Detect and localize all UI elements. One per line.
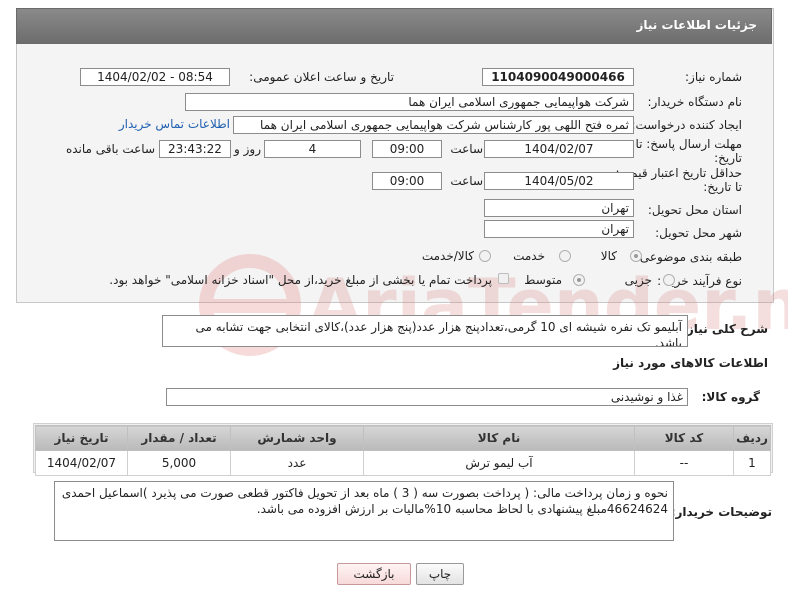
- category-goods-service-label: کالا/خدمت: [421, 249, 474, 263]
- deadline-hour-label: ساعت: [450, 142, 483, 156]
- col-goods-code: کد کالا: [634, 425, 734, 451]
- goods-info-heading: اطلاعات کالاهای مورد نیاز: [613, 356, 768, 370]
- purchase-partial-label: جزیی: [624, 273, 652, 287]
- buyer-notes-label: توضیحات خریدار:: [670, 505, 772, 519]
- cell-unit: عدد: [230, 450, 364, 476]
- buyer-notes-field: نحوه و زمان پرداخت مالی: ( پرداخت بصورت …: [54, 481, 674, 541]
- buyer-org-field: شرکت هواپیمایی جمهوری اسلامی ایران هما: [185, 93, 634, 111]
- goods-group-label: گروه کالا:: [701, 390, 760, 404]
- announce-datetime-label: تاریخ و ساعت اعلان عمومی:: [249, 70, 394, 84]
- hours-left-label: ساعت باقی مانده: [65, 142, 155, 156]
- purchase-partial-radio[interactable]: [663, 274, 675, 286]
- buyer-org-label: نام دستگاه خریدار:: [647, 95, 743, 109]
- validity-label-line2: تا تاریخ:: [703, 180, 742, 194]
- category-service-radio[interactable]: [559, 250, 571, 262]
- table-row[interactable]: 1 -- آب لیمو ترش عدد 5,000 1404/02/07: [35, 450, 771, 476]
- category-service-label: خدمت: [513, 249, 545, 263]
- validity-label-line1: حداقل تاریخ اعتبار قیمت:: [615, 166, 742, 180]
- deadline-label-line1: مهلت ارسال پاسخ: تا: [635, 137, 742, 151]
- need-number-field: 1104090049000466: [482, 68, 634, 86]
- goods-table: ردیف کد کالا نام کالا واحد شمارش تعداد /…: [35, 425, 771, 476]
- days-remaining-field: 4: [264, 140, 361, 158]
- treasury-note: پرداخت تمام یا بخشی از مبلغ خرید،از محل …: [109, 273, 492, 287]
- cell-row-number: 1: [733, 450, 771, 476]
- category-goods-service-radio[interactable]: [479, 250, 491, 262]
- cell-goods-name: آب لیمو ترش: [363, 450, 635, 476]
- time-remaining-field: 23:43:22: [159, 140, 231, 158]
- goods-group-field: غذا و نوشیدنی: [166, 388, 688, 406]
- purchase-medium-radio[interactable]: [573, 274, 585, 286]
- cell-quantity: 5,000: [127, 450, 231, 476]
- treasury-checkbox[interactable]: [498, 273, 509, 284]
- need-number-label: شماره نیاز:: [685, 70, 742, 84]
- city-label: شهر محل تحویل:: [655, 226, 742, 240]
- category-goods-label: کالا: [600, 249, 617, 263]
- col-quantity: تعداد / مقدار: [127, 425, 231, 451]
- panel-title: جزئیات اطلاعات نیاز: [636, 18, 757, 32]
- announce-datetime-field: 1404/02/02 - 08:54: [80, 68, 230, 86]
- validity-date-field: 1404/05/02: [484, 172, 634, 190]
- validity-hour-label: ساعت: [450, 174, 483, 188]
- deadline-date-field: 1404/02/07: [484, 140, 634, 158]
- requester-label: ایجاد کننده درخواست:: [631, 118, 742, 132]
- city-field: تهران: [484, 220, 634, 238]
- cell-need-date: 1404/02/07: [35, 450, 128, 476]
- province-label: استان محل تحویل:: [647, 203, 742, 217]
- day-and-label: روز و: [234, 142, 261, 156]
- col-unit: واحد شمارش: [230, 425, 364, 451]
- col-goods-name: نام کالا: [363, 425, 635, 451]
- purchase-medium-label: متوسط: [524, 273, 562, 287]
- col-row-number: ردیف: [733, 425, 771, 451]
- cell-goods-code: --: [634, 450, 734, 476]
- print-button[interactable]: چاپ: [416, 563, 464, 585]
- back-button[interactable]: بازگشت: [337, 563, 411, 585]
- deadline-label-line2: تاریخ:: [714, 151, 742, 165]
- buyer-contact-link[interactable]: اطلاعات تماس خریدار: [119, 117, 230, 131]
- requester-field: ثمره فتح اللهی پور کارشناس شرکت هواپیمای…: [233, 116, 634, 134]
- general-desc-field: آبلیمو تک نفره شیشه ای 10 گرمی،تعدادپنج …: [162, 315, 688, 347]
- general-desc-label: شرح کلی نیاز:: [682, 322, 768, 336]
- category-goods-radio[interactable]: [630, 250, 642, 262]
- deadline-time-field: 09:00: [372, 140, 442, 158]
- category-label: طبقه بندی موضوعی:: [635, 250, 742, 264]
- panel-header: جزئیات اطلاعات نیاز: [16, 8, 772, 44]
- table-header-row: ردیف کد کالا نام کالا واحد شمارش تعداد /…: [35, 425, 771, 451]
- col-need-date: تاریخ نیاز: [35, 425, 128, 451]
- validity-time-field: 09:00: [372, 172, 442, 190]
- province-field: تهران: [484, 199, 634, 217]
